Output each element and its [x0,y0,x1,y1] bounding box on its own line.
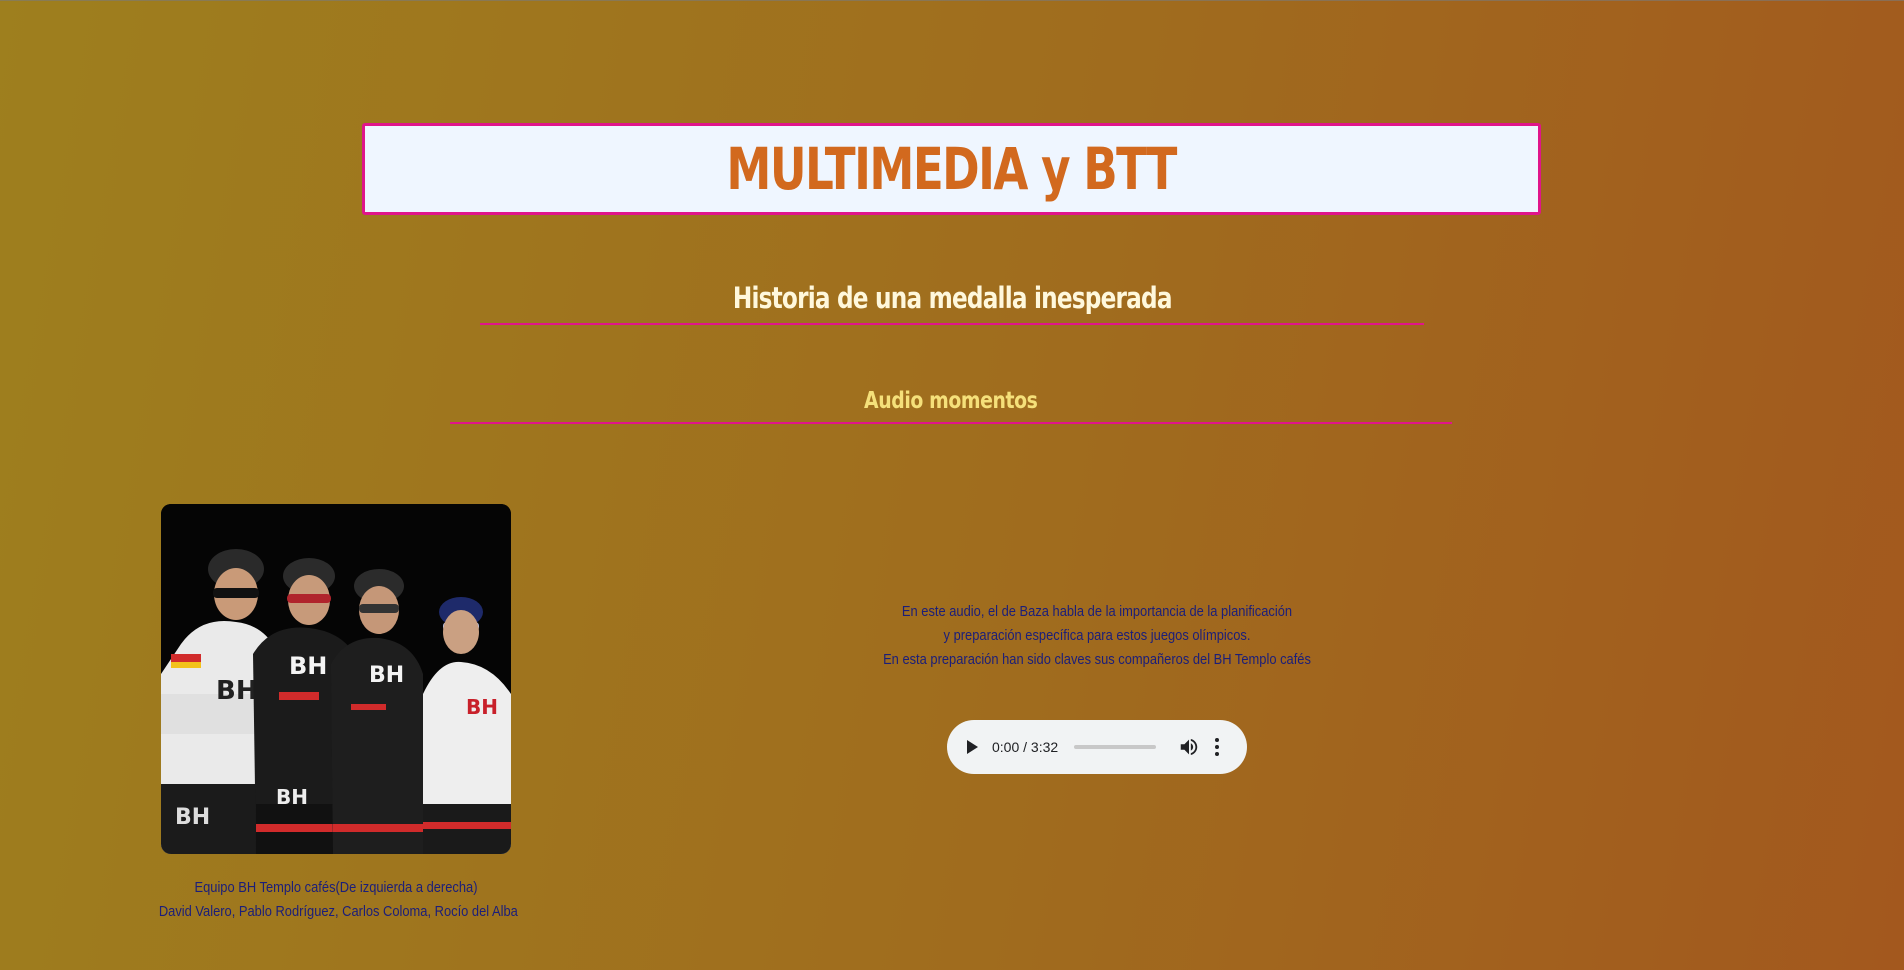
play-icon[interactable] [967,740,978,754]
description-line-2: y preparación específica para estos jueg… [943,627,1251,644]
team-photo: BH BH BH BH BH BH [161,504,511,854]
more-vertical-icon[interactable] [1214,738,1220,756]
top-divider [0,0,1904,1]
page-title-box: MULTIMEDIA y BTT [362,123,1541,215]
volume-icon[interactable] [1178,736,1200,758]
audio-progress-bar[interactable] [1074,745,1157,749]
team-photo-illustration: BH BH BH BH BH BH [161,504,511,854]
page-subtitle: Historia de una medalla inesperada [480,281,1424,325]
photo-caption: Equipo BH Templo cafés(De izquierda a de… [130,876,542,924]
audio-description: En este audio, el de Baza habla de la im… [830,600,1364,672]
svg-text:BH: BH [216,676,258,706]
svg-text:BH: BH [276,785,308,809]
caption-line-2: David Valero, Pablo Rodríguez, Carlos Co… [158,903,518,920]
caption-line-1: Equipo BH Templo cafés(De izquierda a de… [194,879,478,896]
audio-time: 0:00 / 3:32 [992,739,1059,755]
description-line-3: En esta preparación han sido claves sus … [883,651,1311,668]
svg-text:BH: BH [289,652,327,680]
page-title: MULTIMEDIA y BTT [726,135,1178,203]
description-line-1: En este audio, el de Baza habla de la im… [901,603,1293,620]
section-title-text: Audio momentos [864,388,1038,414]
section-title: Audio momentos [450,388,1452,424]
audio-player[interactable]: 0:00 / 3:32 [947,720,1247,774]
svg-text:BH: BH [369,663,404,688]
svg-text:BH: BH [175,805,210,830]
svg-text:BH: BH [466,695,498,719]
subtitle-text: Historia de una medalla inesperada [732,281,1173,315]
